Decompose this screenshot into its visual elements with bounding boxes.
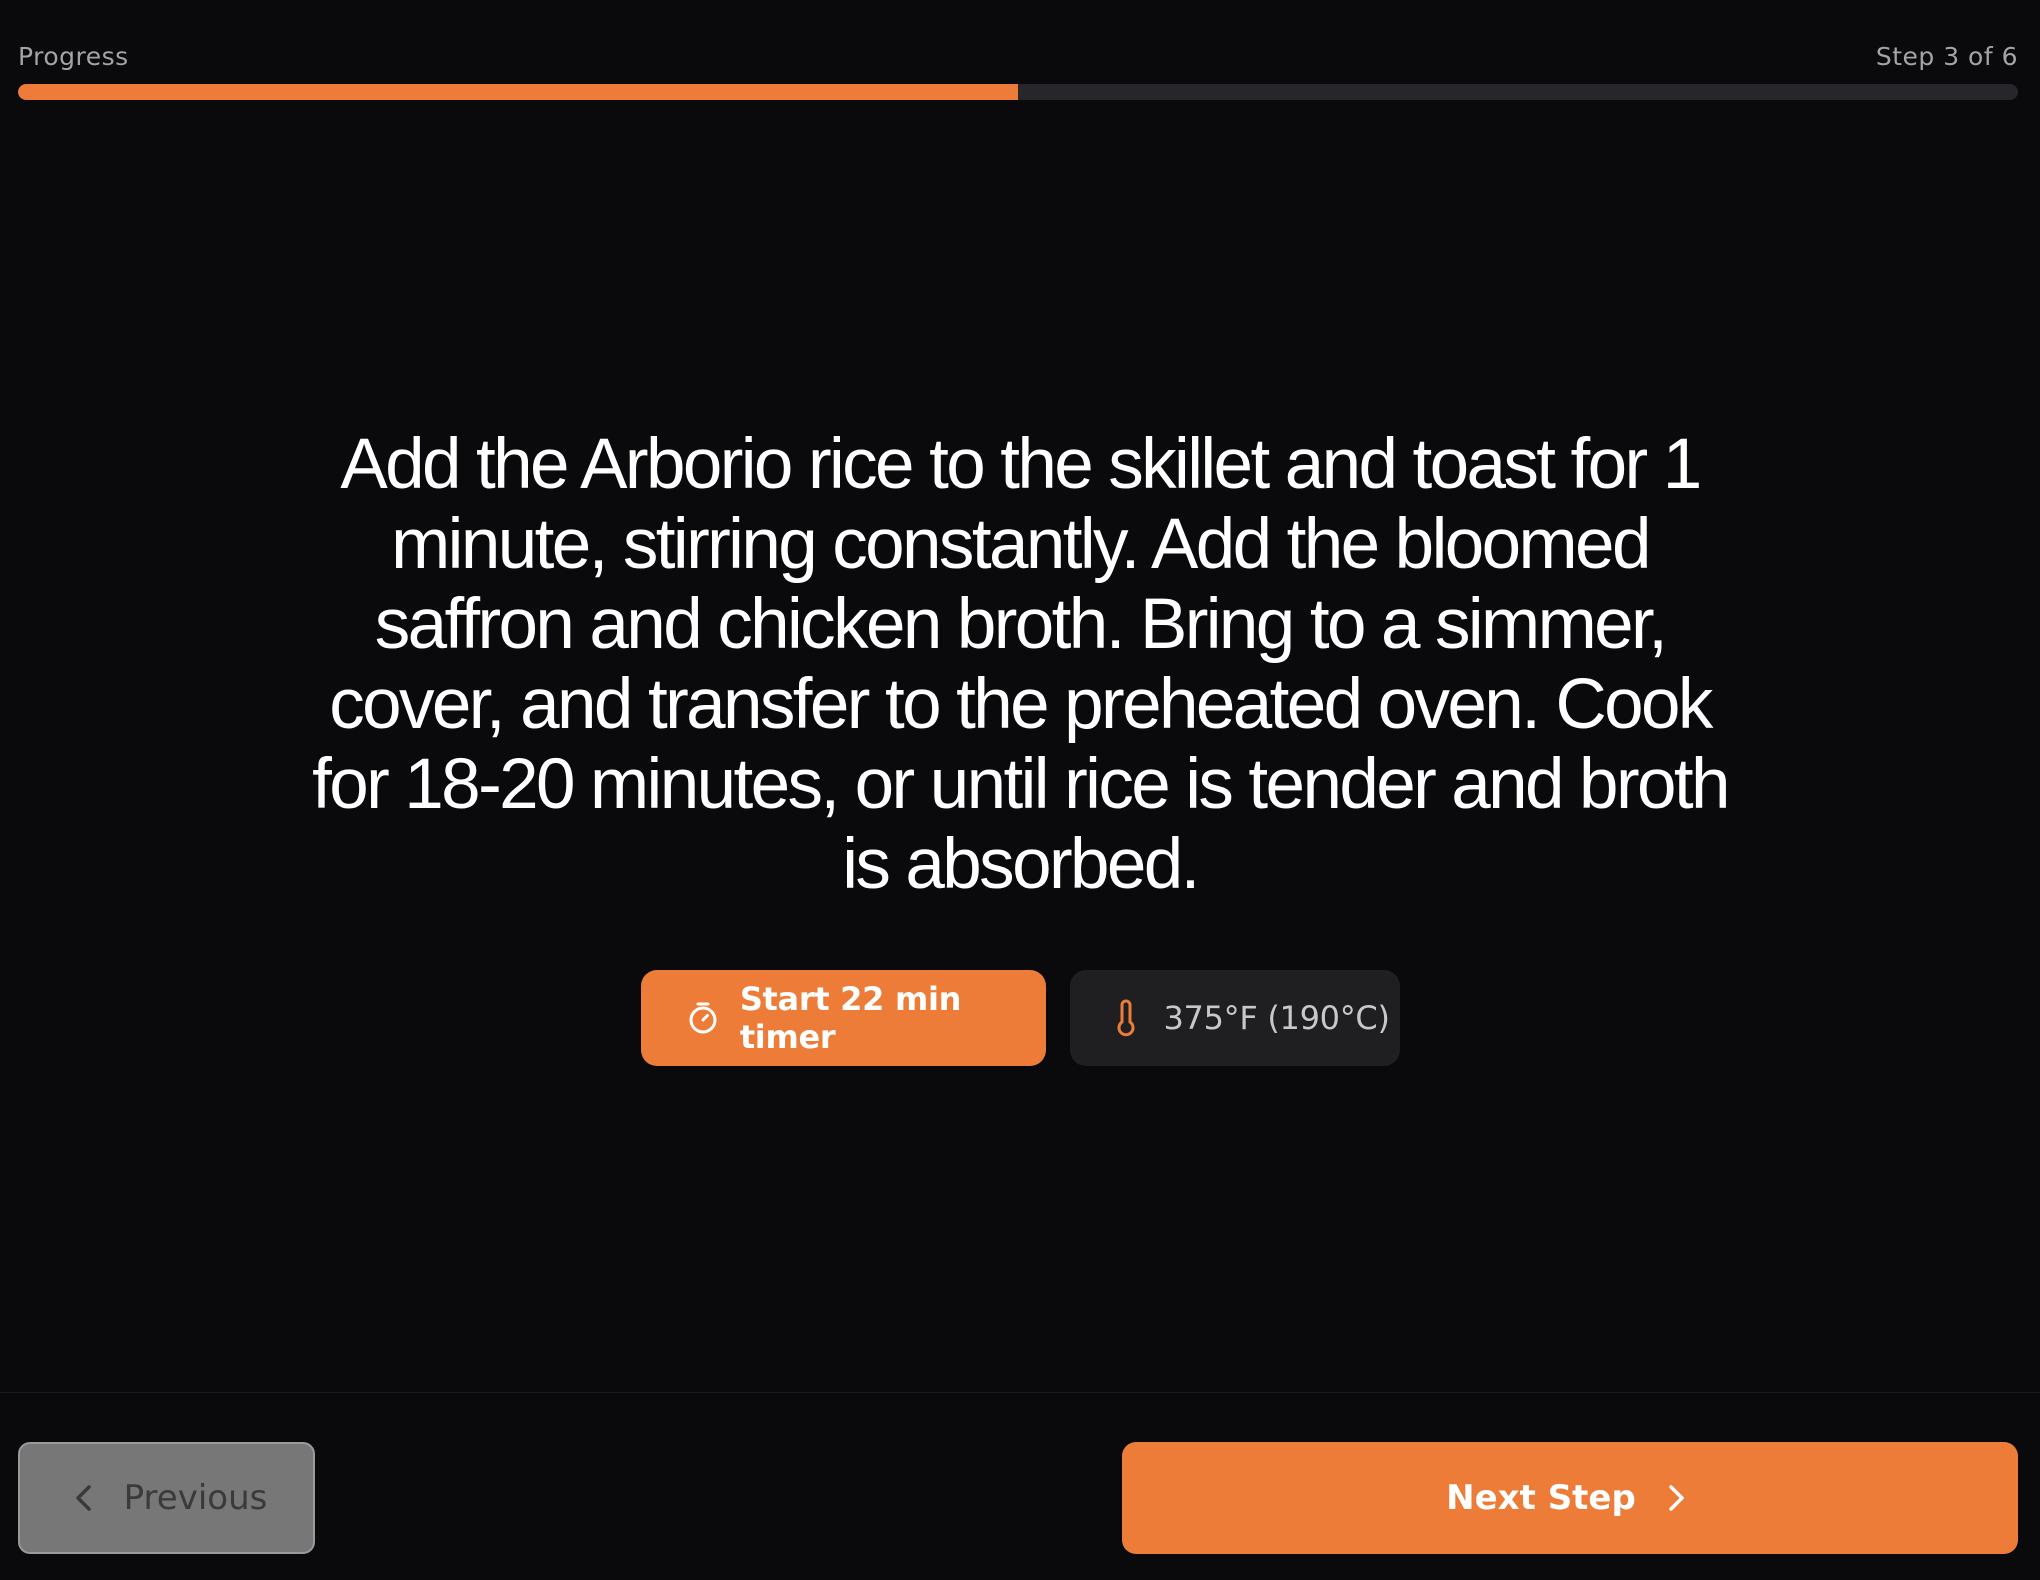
previous-label: Previous xyxy=(123,1478,268,1518)
stopwatch-icon xyxy=(685,998,722,1038)
cooking-step-screen: Progress Step 3 of 6 Add the Arborio ric… xyxy=(0,0,2040,1580)
temperature-chip: 375°F (190°C) xyxy=(1069,970,1400,1066)
thermometer-icon xyxy=(1106,998,1146,1038)
step-counter: Step 3 of 6 xyxy=(1875,41,2018,71)
previous-button[interactable]: Previous xyxy=(18,1442,315,1554)
progress-labels: Progress Step 3 of 6 xyxy=(18,36,2018,76)
temperature-label: 375°F (190°C) xyxy=(1163,999,1390,1037)
progress-track xyxy=(18,84,2018,100)
timer-label: Start 22 min timer xyxy=(739,980,962,1056)
chevron-left-icon xyxy=(66,1480,102,1516)
start-timer-button[interactable]: Start 22 min timer xyxy=(640,970,1046,1066)
step-chips: Start 22 min timer 375°F (190°C) xyxy=(0,970,2040,1066)
progress-label: Progress xyxy=(18,41,129,71)
next-step-button[interactable]: Next Step xyxy=(1122,1442,2018,1554)
chevron-right-icon xyxy=(1658,1480,1694,1516)
footer-divider xyxy=(0,1392,2040,1393)
progress-fill xyxy=(18,84,1018,100)
step-instruction: Add the Arborio rice to the skillet and … xyxy=(312,425,1730,904)
next-step-label: Next Step xyxy=(1446,1478,1636,1518)
progress-header: Progress Step 3 of 6 xyxy=(18,36,2018,100)
